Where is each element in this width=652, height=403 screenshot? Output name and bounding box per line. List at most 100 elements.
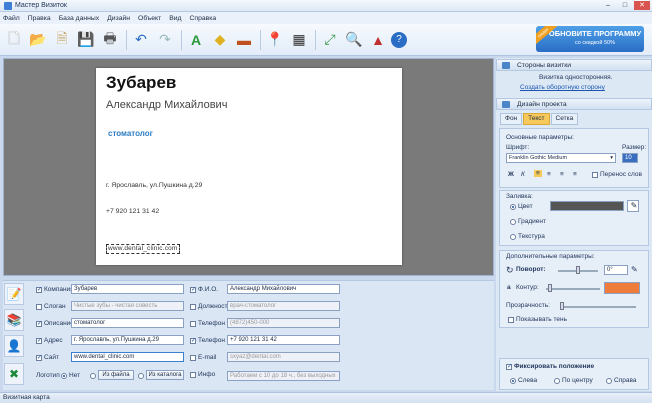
- shadow-checkbox[interactable]: [508, 317, 514, 323]
- size-input[interactable]: 10: [622, 153, 638, 163]
- menu-edit[interactable]: Правка: [28, 15, 51, 22]
- word-wrap-checkbox[interactable]: [592, 172, 598, 178]
- rotate-slider-thumb[interactable]: [576, 266, 580, 274]
- design-canvas[interactable]: Зубарев Александр Михайлович стоматолог …: [3, 58, 494, 276]
- fix-position-checkbox[interactable]: ✓: [506, 364, 512, 370]
- upgrade-banner[interactable]: скидка ОБНОВИТЕ ПРОГРАММУ со скидкой 50%: [536, 26, 644, 52]
- fill-gradient-radio[interactable]: [510, 219, 516, 225]
- sides-header[interactable]: Стороны визитки: [496, 59, 652, 71]
- print-icon[interactable]: 🖶: [99, 29, 121, 51]
- phone1-checkbox[interactable]: [190, 321, 196, 327]
- align-center-icon[interactable]: ≡: [547, 171, 551, 178]
- design-header[interactable]: Дизайн проекта: [496, 98, 652, 110]
- fill-texture-radio[interactable]: [510, 234, 516, 240]
- new-file-icon[interactable]: 🗋: [3, 29, 25, 51]
- phone1-input[interactable]: (4872)450-000: [227, 318, 340, 328]
- create-back-side-link[interactable]: Создать оборотную сторону: [520, 84, 605, 91]
- add-image-icon[interactable]: ▬: [233, 29, 255, 51]
- save-icon[interactable]: 💾: [75, 29, 97, 51]
- fix-center-radio[interactable]: [554, 378, 560, 384]
- fill-color-swatch[interactable]: [550, 201, 624, 211]
- outline-slider-track[interactable]: [546, 288, 600, 290]
- open-folder-icon[interactable]: 📂: [27, 29, 49, 51]
- align-left-icon[interactable]: ≡: [534, 170, 542, 177]
- menu-object[interactable]: Объект: [138, 15, 161, 22]
- font-select[interactable]: Franklin Gothic Medium ▾: [506, 153, 616, 163]
- logo-none-radio[interactable]: [61, 373, 67, 379]
- transparency-slider-thumb[interactable]: [560, 302, 564, 310]
- fit-page-icon[interactable]: ⤢: [319, 29, 341, 51]
- site-input[interactable]: www.dental_clinic.com: [71, 352, 184, 362]
- close-button[interactable]: ✕: [634, 1, 650, 10]
- logo-catalog-radio[interactable]: [138, 373, 144, 379]
- position-checkbox[interactable]: ✓: [36, 321, 42, 327]
- fix-left-radio[interactable]: [510, 378, 516, 384]
- card-address[interactable]: г. Ярославль, ул.Пушкина д.29: [106, 182, 202, 189]
- logo-file-radio[interactable]: [90, 373, 96, 379]
- phone2-input[interactable]: +7 920 121 31 42: [227, 335, 340, 345]
- add-shape-icon[interactable]: ◆: [209, 29, 231, 51]
- qr-code-icon[interactable]: ▦: [288, 29, 310, 51]
- color-picker-icon[interactable]: ✎: [627, 200, 639, 212]
- rotate-input[interactable]: 0°: [604, 265, 628, 275]
- card-name[interactable]: Зубарев: [106, 73, 176, 93]
- zoom-icon[interactable]: 🔍: [343, 29, 365, 51]
- add-text-icon[interactable]: A: [185, 29, 207, 51]
- slogan-checkbox[interactable]: [36, 304, 42, 310]
- card-position[interactable]: стоматолог: [108, 129, 153, 138]
- outline-color-swatch[interactable]: [604, 282, 640, 294]
- slogan-input[interactable]: Чистые зубы - чистая совесть: [71, 301, 184, 311]
- position-input[interactable]: стоматолог: [71, 318, 184, 328]
- logo-from-catalog-button[interactable]: Из каталога: [146, 370, 184, 380]
- template-icon[interactable]: 🗎: [51, 29, 73, 51]
- address-checkbox[interactable]: ✓: [36, 338, 42, 344]
- user-icon[interactable]: 👤: [4, 335, 24, 357]
- card-phone[interactable]: +7 920 121 31 42: [106, 208, 159, 215]
- fio-input[interactable]: Александр Михайлович: [227, 284, 340, 294]
- align-right-icon[interactable]: ≡: [560, 171, 564, 178]
- site-checkbox[interactable]: ✓: [36, 355, 42, 361]
- excel-icon[interactable]: ✖: [4, 363, 24, 385]
- maximize-button[interactable]: □: [617, 1, 633, 10]
- export-icon[interactable]: ▲: [367, 29, 389, 51]
- tab-text[interactable]: Текст: [523, 113, 550, 125]
- company-checkbox[interactable]: ✓: [36, 287, 42, 293]
- menu-help[interactable]: Справка: [190, 15, 217, 22]
- redo-icon[interactable]: ↷: [154, 29, 176, 51]
- logo-from-file-button[interactable]: Из файла: [98, 370, 134, 380]
- business-card[interactable]: Зубарев Александр Михайлович стоматолог …: [96, 68, 402, 265]
- bold-icon[interactable]: Ж: [508, 171, 514, 178]
- phone2-checkbox[interactable]: ✓: [190, 338, 196, 344]
- email-checkbox[interactable]: [190, 355, 196, 361]
- rotate-reset-icon[interactable]: ✎: [631, 265, 638, 274]
- role-input[interactable]: врач-стоматолог: [227, 301, 340, 311]
- italic-icon[interactable]: К: [521, 171, 525, 178]
- menu-file[interactable]: Файл: [3, 15, 20, 22]
- card-site-selected[interactable]: www.dental_clinic.com: [106, 244, 180, 254]
- tab-grid[interactable]: Сетка: [550, 113, 579, 125]
- address-input[interactable]: г. Ярославль, ул.Пушкина д.29: [71, 335, 184, 345]
- fio-label: Ф.И.О.: [198, 286, 219, 293]
- align-justify-icon[interactable]: ≡: [573, 171, 577, 178]
- help-icon[interactable]: ?: [391, 31, 407, 48]
- email-input[interactable]: sxyaz@dental.com: [227, 352, 340, 362]
- info-input[interactable]: Работаем с 10 до 18 ч., без выходных: [227, 371, 340, 381]
- tab-background[interactable]: Фон: [500, 113, 523, 125]
- outline-slider-thumb[interactable]: [548, 284, 552, 292]
- minimize-button[interactable]: –: [600, 1, 616, 10]
- menu-database[interactable]: База данных: [59, 15, 100, 22]
- menu-view[interactable]: Вид: [169, 15, 181, 22]
- card-fio[interactable]: Александр Михайлович: [106, 99, 227, 111]
- menu-design[interactable]: Дизайн: [107, 15, 130, 22]
- books-icon[interactable]: 📚: [4, 309, 24, 331]
- fio-checkbox[interactable]: ✓: [190, 287, 196, 293]
- map-icon[interactable]: 📍: [264, 29, 286, 51]
- company-input[interactable]: Зубарев: [71, 284, 184, 294]
- fill-color-radio[interactable]: [510, 204, 516, 210]
- edit-card-icon[interactable]: 📝: [4, 283, 24, 305]
- role-checkbox[interactable]: [190, 304, 196, 310]
- fix-right-radio[interactable]: [606, 378, 612, 384]
- transparency-slider-track[interactable]: [560, 306, 636, 308]
- undo-icon[interactable]: ↶: [130, 29, 152, 51]
- info-checkbox[interactable]: [190, 372, 196, 378]
